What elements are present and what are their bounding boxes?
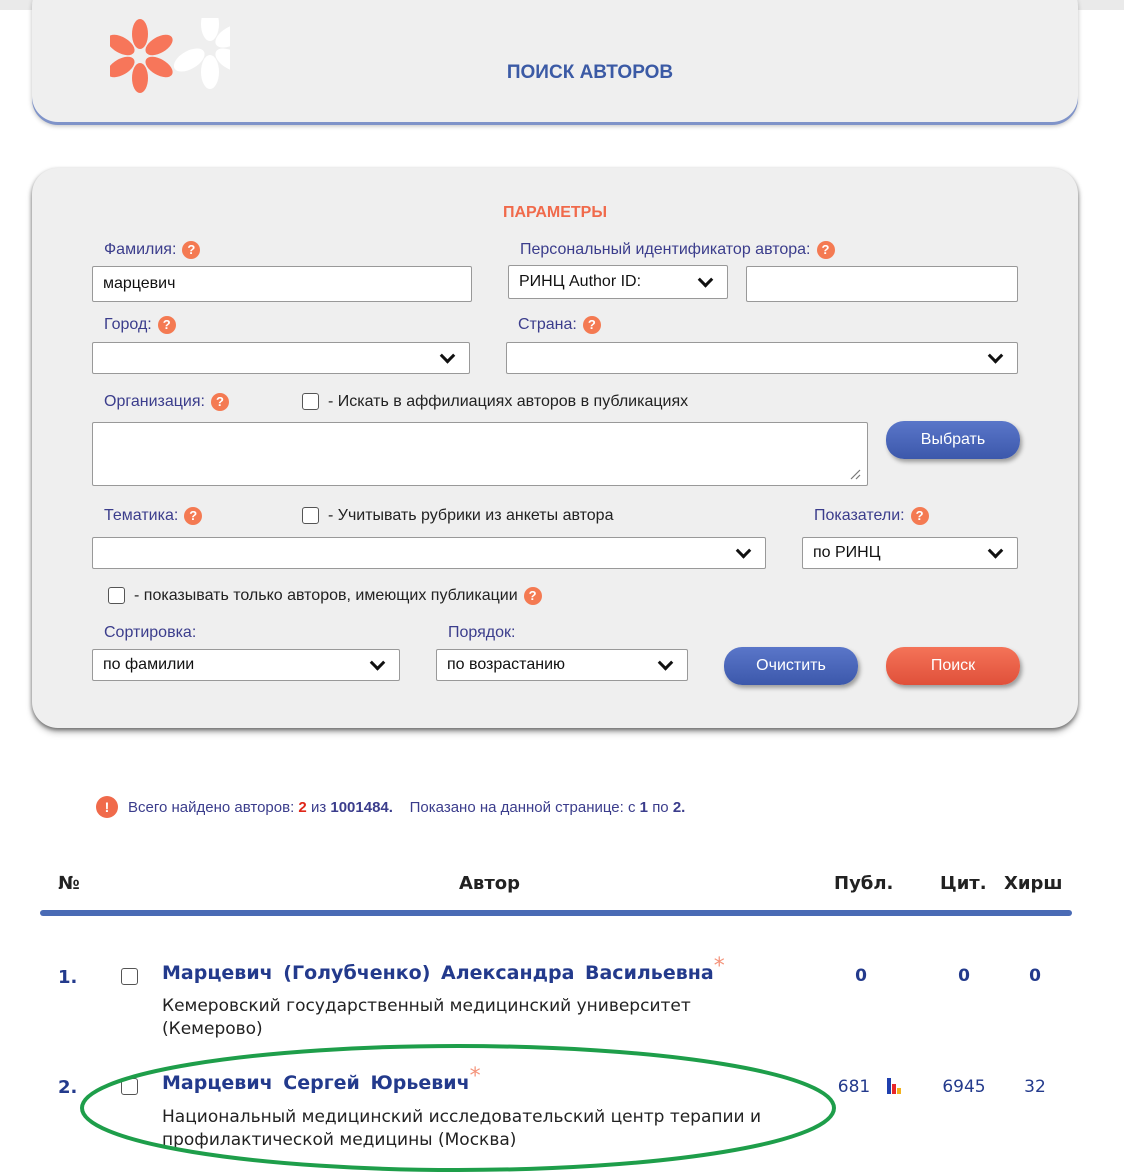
country-label-text: Страна: — [518, 316, 577, 333]
help-icon[interactable]: ? — [182, 241, 201, 259]
help-icon[interactable]: ? — [910, 507, 929, 525]
column-header-number: № — [58, 873, 80, 894]
help-icon[interactable]: ? — [582, 316, 601, 334]
hirsch-index: 0 — [1029, 966, 1041, 986]
sort-label: Сортировка: — [104, 624, 197, 641]
row-number: 2. — [58, 1077, 78, 1098]
panel-title: ПАРАМЕТРЫ — [503, 204, 607, 221]
only-with-pubs-label: - показывать только авторов, имеющих пуб… — [134, 587, 542, 605]
author-affiliation: Кемеровский государственный медицинский … — [162, 995, 691, 1041]
clear-button[interactable]: Очистить — [724, 647, 858, 685]
author-name-text[interactable]: Марцевич (Голубченко) Александра Василье… — [162, 962, 714, 984]
summary-from: 1 — [639, 798, 649, 816]
surname-label: Фамилия:? — [104, 241, 201, 259]
page-title: ПОИСК АВТОРОВ — [506, 62, 674, 83]
affiliation-line: (Кемерово) — [162, 1019, 263, 1039]
column-header-author[interactable]: Автор — [459, 873, 520, 894]
resize-handle-icon[interactable] — [849, 468, 861, 480]
help-icon[interactable]: ? — [184, 507, 203, 525]
city-label: Город:? — [104, 316, 176, 334]
org-label-text: Организация: — [104, 393, 205, 410]
affiliation-line: профилактической медицины (Москва) — [162, 1130, 517, 1150]
author-id-input[interactable] — [746, 266, 1018, 302]
affiliation-line: Национальный медицинский исследовательск… — [162, 1107, 762, 1127]
author-name-link[interactable]: Марцевич (Голубченко) Александра Василье… — [162, 954, 725, 987]
indicators-value: по РИНЦ — [813, 544, 881, 561]
country-select[interactable] — [506, 342, 1018, 374]
order-select[interactable]: по возрастанию — [436, 649, 688, 681]
info-icon: ! — [96, 796, 118, 818]
topic-rubrics-checkbox-label: - Учитывать рубрики из анкеты автора — [328, 507, 614, 524]
topic-label: Тематика:? — [104, 507, 203, 525]
page-header — [32, 0, 1078, 122]
org-label: Организация:? — [104, 393, 229, 411]
summary-total: 1001484. — [330, 798, 393, 816]
city-select[interactable] — [92, 342, 470, 374]
column-header-pubs[interactable]: Публ. — [834, 873, 893, 894]
indicators-label-text: Показатели: — [814, 507, 905, 524]
only-with-pubs-checkbox[interactable] — [108, 587, 125, 604]
topic-rubrics-checkbox[interactable] — [302, 507, 319, 524]
country-label: Страна:? — [518, 316, 601, 334]
help-icon[interactable]: ? — [157, 316, 176, 334]
summary-to-word: по — [652, 798, 669, 816]
author-id-label-text: Персональный идентификатор автора: — [520, 241, 811, 258]
indicators-select[interactable]: по РИНЦ — [802, 537, 1018, 569]
only-with-pubs-label-text: - показывать только авторов, имеющих пуб… — [134, 587, 518, 604]
hirsch-index: 32 — [1024, 1077, 1046, 1097]
affiliation-line: Кемеровский государственный медицинский … — [162, 996, 691, 1016]
registered-author-star-icon: * — [713, 954, 725, 979]
author-name-link[interactable]: Марцевич Сергей Юрьевич* — [162, 1064, 481, 1097]
column-header-hirsch[interactable]: Хирш — [1004, 873, 1063, 894]
results-summary: ! Всего найдено авторов: 2 из 1001484. П… — [96, 796, 685, 818]
summary-of-word: из — [310, 798, 327, 816]
author-id-type-value: РИНЦ Author ID: — [519, 273, 642, 290]
registered-author-star-icon: * — [469, 1064, 481, 1089]
org-affiliation-checkbox-label: - Искать в аффилиациях авторов в публика… — [328, 393, 689, 410]
summary-found-count: 2 — [298, 798, 307, 816]
help-icon[interactable]: ? — [816, 241, 835, 259]
surname-label-text: Фамилия: — [104, 241, 177, 258]
row-select-checkbox[interactable] — [121, 968, 138, 985]
choose-button[interactable]: Выбрать — [886, 421, 1020, 459]
help-icon[interactable]: ? — [523, 587, 542, 605]
order-label: Порядок: — [448, 624, 516, 641]
topic-label-text: Тематика: — [104, 507, 179, 524]
column-header-cites[interactable]: Цит. — [940, 873, 987, 894]
summary-prefix: Всего найдено авторов: — [128, 798, 295, 816]
topic-select[interactable] — [92, 537, 766, 569]
summary-shown-prefix: Показано на данной странице: с — [409, 798, 636, 816]
author-id-label: Персональный идентификатор автора:? — [520, 241, 835, 259]
row-number: 1. — [58, 967, 78, 988]
pubs-count: 0 — [855, 966, 867, 986]
author-name-text[interactable]: Марцевич Сергей Юрьевич — [162, 1072, 470, 1094]
indicators-label: Показатели:? — [814, 507, 929, 525]
sort-select[interactable]: по фамилии — [92, 649, 400, 681]
cites-count[interactable]: 6945 — [939, 1077, 989, 1097]
header-divider — [40, 910, 1072, 916]
row-select-checkbox[interactable] — [121, 1078, 138, 1095]
search-button[interactable]: Поиск — [886, 647, 1020, 685]
order-value: по возрастанию — [447, 656, 565, 673]
city-label-text: Город: — [104, 316, 152, 333]
org-affiliation-checkbox[interactable] — [302, 393, 319, 410]
pubs-count[interactable]: 681 — [829, 1077, 879, 1097]
organization-textarea[interactable] — [92, 422, 868, 486]
author-affiliation: Национальный медицинский исследовательск… — [162, 1106, 761, 1152]
analysis-chart-icon[interactable] — [884, 1074, 906, 1096]
cites-count: 0 — [958, 966, 970, 986]
help-icon[interactable]: ? — [210, 393, 229, 411]
summary-to: 2. — [672, 798, 686, 816]
surname-input[interactable]: марцевич — [92, 266, 472, 302]
asterisk-logo-icon — [110, 18, 230, 93]
author-id-type-select[interactable]: РИНЦ Author ID: — [508, 265, 728, 299]
sort-value: по фамилии — [103, 656, 195, 673]
